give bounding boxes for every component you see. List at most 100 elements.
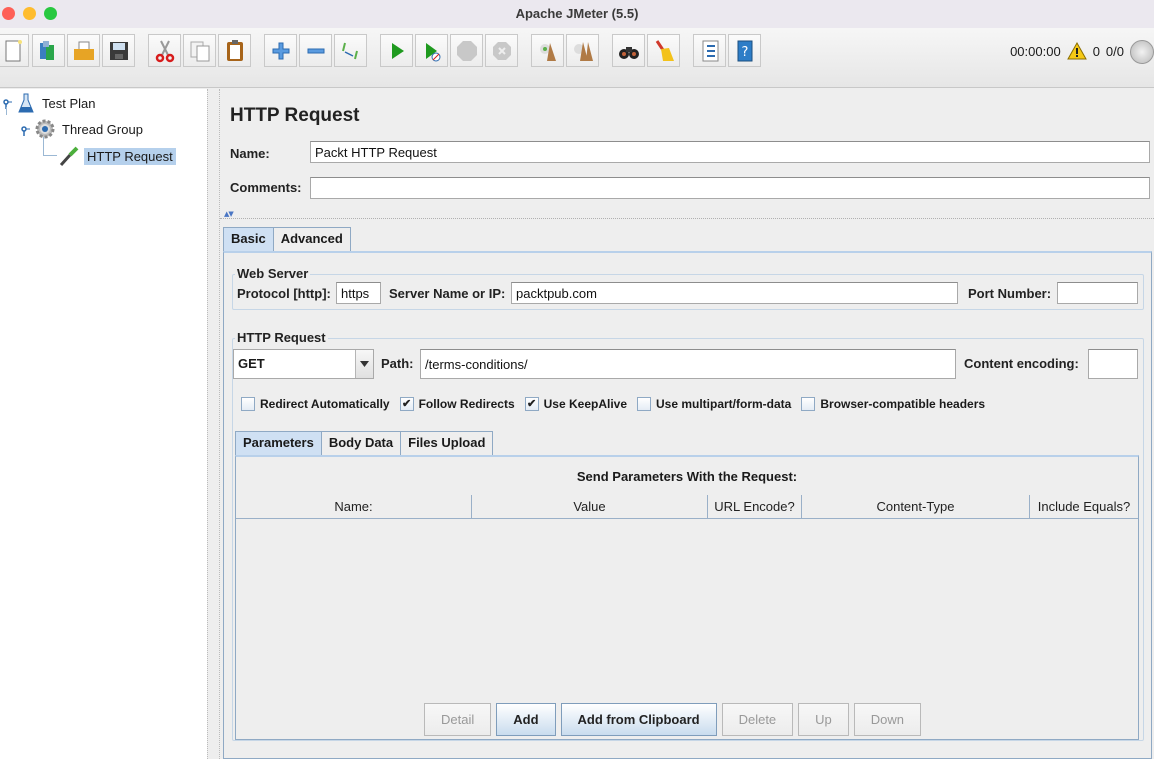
- remote-engines-icon[interactable]: [1130, 40, 1154, 64]
- collapse-button[interactable]: [299, 34, 332, 67]
- protocol-input[interactable]: [336, 282, 381, 304]
- parameters-tab-content: Send Parameters With the Request: Name: …: [235, 455, 1139, 740]
- help-book-icon: ?: [737, 40, 752, 61]
- tree-node-test-plan[interactable]: Test Plan: [17, 93, 98, 113]
- tree-node-http-request[interactable]: HTTP Request: [58, 145, 176, 167]
- column-header-url-encode[interactable]: URL Encode?: [708, 495, 802, 518]
- templates-icon: [39, 40, 54, 60]
- tab-basic[interactable]: Basic: [223, 227, 274, 251]
- save-disk-icon: [109, 41, 128, 60]
- delete-button[interactable]: Delete: [721, 703, 794, 736]
- minus-icon: [307, 48, 324, 53]
- checkbox-label: Follow Redirects: [418, 397, 515, 411]
- collapse-arrows-icon[interactable]: ▲▼: [224, 210, 234, 218]
- panel-title: HTTP Request: [230, 105, 360, 126]
- toggle-icon: [341, 42, 358, 59]
- open-button[interactable]: [67, 34, 100, 67]
- tab-parameters[interactable]: Parameters: [235, 431, 322, 455]
- down-button[interactable]: Down: [853, 703, 922, 736]
- paste-button[interactable]: [218, 34, 251, 67]
- new-button[interactable]: [0, 34, 29, 67]
- start-button[interactable]: [380, 34, 413, 67]
- redirect-automatically-checkbox[interactable]: Redirect Automatically: [241, 397, 390, 411]
- parameters-table-header: Name: Value URL Encode? Content-Type Inc…: [236, 495, 1138, 519]
- follow-redirects-checkbox[interactable]: ✔ Follow Redirects: [399, 397, 515, 411]
- add-button[interactable]: Add: [496, 703, 556, 736]
- start-no-pauses-button[interactable]: [415, 34, 448, 67]
- method-select[interactable]: GET: [233, 349, 374, 379]
- stop-button[interactable]: [450, 34, 483, 67]
- clear-all-button[interactable]: [566, 34, 599, 67]
- elapsed-time: 00:00:00: [1010, 43, 1061, 59]
- templates-button[interactable]: [32, 34, 65, 67]
- clear-broom-icon: [539, 42, 556, 61]
- clipboard-icon: [226, 39, 243, 61]
- run-status: 00:00:00 0 0/0: [1010, 42, 1124, 60]
- use-keepalive-checkbox[interactable]: ✔ Use KeepAlive: [524, 397, 627, 411]
- add-from-clipboard-button[interactable]: Add from Clipboard: [560, 703, 717, 736]
- test-plan-tree: Test Plan Thread Group HTTP Request: [0, 89, 207, 759]
- toggle-button[interactable]: [334, 34, 367, 67]
- checkbox-label: Redirect Automatically: [260, 397, 390, 411]
- column-header-include-equals[interactable]: Include Equals?: [1030, 495, 1138, 518]
- main-tabs: Basic Advanced: [223, 227, 351, 251]
- content-encoding-input[interactable]: [1088, 349, 1138, 379]
- shutdown-button[interactable]: [485, 34, 518, 67]
- name-label: Name:: [230, 146, 270, 161]
- warning-count: 0: [1092, 43, 1100, 59]
- reset-search-button[interactable]: [647, 34, 680, 67]
- options-checkboxes: Redirect Automatically ✔ Follow Redirect…: [241, 397, 985, 411]
- column-header-content-type[interactable]: Content-Type: [802, 495, 1030, 518]
- toolbar: ? 00:00:00 0 0/0: [0, 28, 1154, 88]
- path-input[interactable]: [420, 349, 956, 379]
- cut-button[interactable]: [148, 34, 181, 67]
- up-button[interactable]: Up: [798, 703, 849, 736]
- scissors-icon: [155, 40, 174, 62]
- tab-advanced[interactable]: Advanced: [272, 227, 351, 251]
- play-no-timers-icon: [425, 42, 440, 61]
- shutdown-icon: [492, 41, 511, 60]
- comments-input[interactable]: [310, 177, 1150, 199]
- server-name-input[interactable]: [511, 282, 958, 304]
- tree-splitter[interactable]: [207, 89, 220, 759]
- save-button[interactable]: [102, 34, 135, 67]
- http-request-group-title: HTTP Request: [235, 330, 328, 345]
- broom-icon: [655, 39, 674, 61]
- expand-button[interactable]: [264, 34, 297, 67]
- copy-button[interactable]: [183, 34, 216, 67]
- function-helper-button[interactable]: [693, 34, 726, 67]
- column-header-value[interactable]: Value: [472, 495, 708, 518]
- browser-compatible-headers-checkbox[interactable]: Browser-compatible headers: [801, 397, 985, 411]
- tree-toggle-thread-group[interactable]: [20, 125, 30, 136]
- search-button[interactable]: [612, 34, 645, 67]
- stop-icon: [456, 40, 477, 61]
- collapse-divider[interactable]: [220, 211, 1154, 219]
- pipette-icon: [59, 146, 79, 167]
- tree-node-thread-group[interactable]: Thread Group: [35, 119, 146, 139]
- warning-icon[interactable]: [1066, 42, 1087, 60]
- parameters-table-body[interactable]: [236, 520, 1138, 690]
- tree-toggle-test-plan[interactable]: [2, 98, 12, 109]
- server-name-label: Server Name or IP:: [389, 286, 506, 301]
- checkbox-box[interactable]: [241, 397, 255, 411]
- name-input[interactable]: [310, 141, 1150, 163]
- checkbox-label: Browser-compatible headers: [820, 397, 986, 411]
- checkbox-box[interactable]: [637, 397, 651, 411]
- basic-tab-content: Web Server Protocol [http]: Server Name …: [223, 251, 1152, 759]
- chevron-down-icon[interactable]: [355, 350, 373, 378]
- detail-button[interactable]: Detail: [424, 703, 492, 736]
- clear-all-broom-icon: [573, 41, 593, 61]
- port-number-input[interactable]: [1057, 282, 1138, 304]
- checkmark-icon[interactable]: ✔: [399, 397, 414, 411]
- http-request-group: HTTP Request GET Path: Content encoding:…: [232, 330, 1144, 741]
- content-encoding-label: Content encoding:: [964, 356, 1079, 371]
- column-header-name[interactable]: Name:: [236, 495, 472, 518]
- tab-files-upload[interactable]: Files Upload: [400, 431, 494, 455]
- clear-button[interactable]: [531, 34, 564, 67]
- tab-body-data[interactable]: Body Data: [320, 431, 402, 455]
- use-multipart-checkbox[interactable]: Use multipart/form-data: [637, 397, 791, 411]
- checkmark-icon[interactable]: ✔: [524, 397, 539, 411]
- help-button[interactable]: ?: [728, 34, 761, 67]
- checkbox-box[interactable]: [801, 397, 816, 411]
- path-label: Path:: [381, 356, 414, 371]
